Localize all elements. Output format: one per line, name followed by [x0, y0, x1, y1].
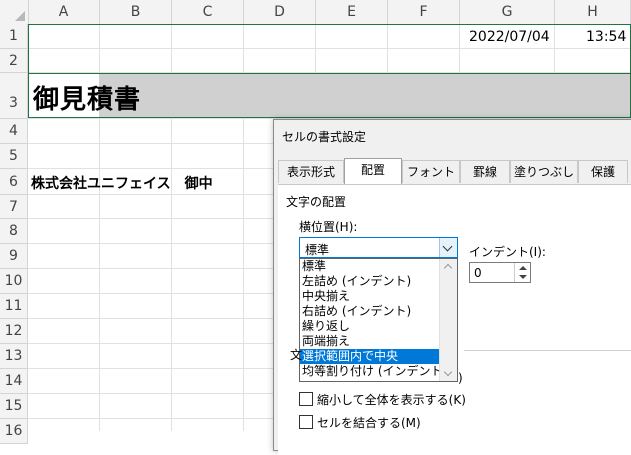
row-header-11[interactable]: 11 [0, 294, 28, 319]
row-header-12[interactable]: 12 [0, 319, 28, 344]
cell-a3-title: 御見積書 [33, 85, 142, 115]
row-header-15[interactable]: 15 [0, 394, 28, 419]
cell-a6[interactable]: 株式会社ユニフェイス 御中 [31, 173, 213, 193]
select-all-corner[interactable] [0, 0, 29, 24]
column-header-b[interactable]: B [100, 0, 172, 24]
indent-value: 0 [474, 266, 482, 280]
column-header-e[interactable]: E [316, 0, 388, 24]
option-center[interactable]: 中央揃え [300, 289, 441, 304]
dialog-title: セルの書式設定 [282, 130, 367, 144]
wrap-text-label-tail: ) [458, 371, 463, 385]
horizontal-dropdown-list: 標準 左詰め (インデント) 中央揃え 右詰め (インデント) 繰り返し 両端揃… [299, 258, 458, 382]
tab-number[interactable]: 表示形式 [278, 160, 344, 183]
option-distributed-indent[interactable]: 均等割り付け (インデント) [300, 364, 447, 379]
horizontal-select[interactable]: 標準 [299, 237, 458, 258]
row-header-2[interactable]: 2 [0, 49, 28, 73]
row-header-1[interactable]: 1 [0, 24, 28, 49]
row-header-4[interactable]: 4 [0, 119, 28, 144]
tab-fill[interactable]: 塗りつぶし [510, 160, 578, 183]
row-header-10[interactable]: 10 [0, 269, 28, 294]
row-header-14[interactable]: 14 [0, 369, 28, 394]
shrink-to-fit-checkbox[interactable] [299, 392, 313, 406]
text-alignment-section-label: 文字の配置 [286, 195, 347, 209]
column-header-f[interactable]: F [388, 0, 460, 24]
option-left-indent[interactable]: 左詰め (インデント) [300, 274, 441, 289]
column-header-h[interactable]: H [555, 0, 631, 24]
section-divider [464, 350, 631, 351]
shrink-to-fit-label[interactable]: 縮小して全体を表示する(K) [317, 391, 466, 408]
spin-up-icon[interactable] [519, 266, 527, 270]
option-fill[interactable]: 繰り返し [300, 319, 441, 334]
indent-label: インデント(I): [469, 245, 546, 259]
column-header-d[interactable]: D [244, 0, 316, 24]
text-control-section-label: 文 [290, 348, 303, 362]
spin-buttons[interactable] [514, 263, 530, 282]
dropdown-scrollbar[interactable] [439, 259, 457, 381]
chevron-down-icon[interactable] [439, 238, 457, 257]
row-header-9[interactable]: 9 [0, 244, 28, 269]
merge-cells-label[interactable]: セルを結合する(M) [317, 414, 421, 431]
scroll-up-icon[interactable] [443, 263, 453, 273]
horizontal-select-value: 標準 [305, 243, 330, 257]
row-header-13[interactable]: 13 [0, 344, 28, 369]
column-header-c[interactable]: C [172, 0, 244, 24]
row-header-7[interactable]: 7 [0, 195, 28, 219]
tab-alignment[interactable]: 配置 [344, 158, 402, 184]
option-general[interactable]: 標準 [300, 259, 441, 274]
indent-spinner[interactable]: 0 [469, 262, 531, 283]
row-header-5[interactable]: 5 [0, 144, 28, 169]
tab-font[interactable]: フォント [402, 160, 460, 183]
select-all-icon [15, 11, 25, 21]
option-center-across-selection[interactable]: 選択範囲内で中央 [300, 349, 441, 364]
dialog-tabs: 表示形式 配置 フォント 罫線 塗りつぶし 保護 [278, 158, 631, 184]
row-header-6[interactable]: 6 [0, 169, 28, 195]
spin-down-icon[interactable] [519, 275, 527, 279]
column-header-g[interactable]: G [460, 0, 555, 24]
row-header-16[interactable]: 16 [0, 419, 28, 444]
option-right-indent[interactable]: 右詰め (インデント) [300, 304, 441, 319]
cell-g1[interactable]: 2022/07/04 [469, 29, 550, 45]
column-header-a[interactable]: A [28, 0, 100, 24]
row-header-8[interactable]: 8 [0, 219, 28, 244]
scroll-down-icon[interactable] [443, 367, 453, 377]
merge-cells-checkbox[interactable] [299, 415, 313, 429]
row-header-3[interactable]: 3 [0, 73, 28, 119]
tab-border[interactable]: 罫線 [460, 160, 510, 183]
tab-protection[interactable]: 保護 [578, 160, 628, 183]
horizontal-label: 横位置(H): [299, 220, 358, 234]
format-cells-dialog: セルの書式設定 表示形式 配置 フォント 罫線 塗りつぶし 保護 文字の配置 横… [273, 119, 631, 455]
option-justify[interactable]: 両端揃え [300, 334, 441, 349]
cell-h1[interactable]: 13:54 [586, 29, 626, 45]
